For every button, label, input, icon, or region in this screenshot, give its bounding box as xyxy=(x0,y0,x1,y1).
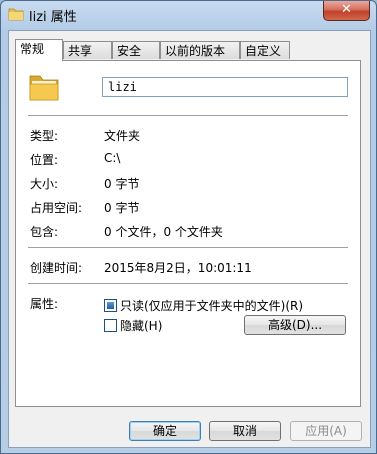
type-value: 文件夹 xyxy=(104,129,141,143)
size-on-disk-label: 占用空间: xyxy=(30,201,83,215)
tab-security[interactable]: 安全 xyxy=(112,41,160,59)
advanced-button[interactable]: 高级(D)... xyxy=(244,315,346,335)
size-on-disk-value: 0 字节 xyxy=(104,201,140,215)
large-folder-icon xyxy=(29,75,59,101)
folder-icon xyxy=(8,8,24,21)
title-bar[interactable]: lizi 属性 ✕ xyxy=(1,1,376,29)
folder-name-field[interactable]: lizi xyxy=(102,77,348,97)
tab-previous-versions[interactable]: 以前的版本 xyxy=(160,41,240,59)
attributes-label: 属性: xyxy=(30,297,59,311)
readonly-checkbox-label[interactable]: 只读(仅应用于文件夹中的文件)(R) xyxy=(120,297,303,314)
tab-general[interactable]: 常规 xyxy=(15,39,63,61)
created-value: 2015年8月2日，10:01:11 xyxy=(104,261,252,275)
contains-label: 包含: xyxy=(30,225,59,239)
hidden-checkbox-label[interactable]: 隐藏(H) xyxy=(120,317,162,334)
type-label: 类型: xyxy=(30,129,59,143)
location-label: 位置: xyxy=(30,153,59,167)
divider xyxy=(28,115,348,117)
divider xyxy=(28,247,348,249)
tab-customize[interactable]: 自定义 xyxy=(240,41,290,59)
general-tab-panel: lizi 类型: 文件夹 位置: C:\ 大小: 0 字节 占用空间: 0 字节… xyxy=(15,60,361,407)
readonly-checkbox[interactable] xyxy=(104,299,117,312)
location-value: C:\ xyxy=(104,151,121,165)
cancel-button[interactable]: 取消 xyxy=(209,421,281,441)
created-label: 创建时间: xyxy=(30,261,83,275)
hidden-checkbox[interactable] xyxy=(104,319,117,332)
size-value: 0 字节 xyxy=(104,177,140,191)
tab-sharing[interactable]: 共享 xyxy=(63,41,112,59)
apply-button[interactable]: 应用(A) xyxy=(290,421,362,441)
contains-value: 0 个文件，0 个文件夹 xyxy=(104,225,223,239)
close-button[interactable]: ✕ xyxy=(323,1,370,21)
properties-window: lizi 属性 ✕ 常规 共享 安全 以前的版本 自定义 lizi 类型: 文件… xyxy=(0,0,377,454)
dialog-client: 常规 共享 安全 以前的版本 自定义 lizi 类型: 文件夹 位置: C:\ … xyxy=(8,30,371,448)
size-label: 大小: xyxy=(30,177,59,191)
ok-button[interactable]: 确定 xyxy=(129,421,201,441)
divider xyxy=(28,283,348,285)
window-title: lizi 属性 xyxy=(29,10,77,25)
close-icon: ✕ xyxy=(341,2,352,17)
